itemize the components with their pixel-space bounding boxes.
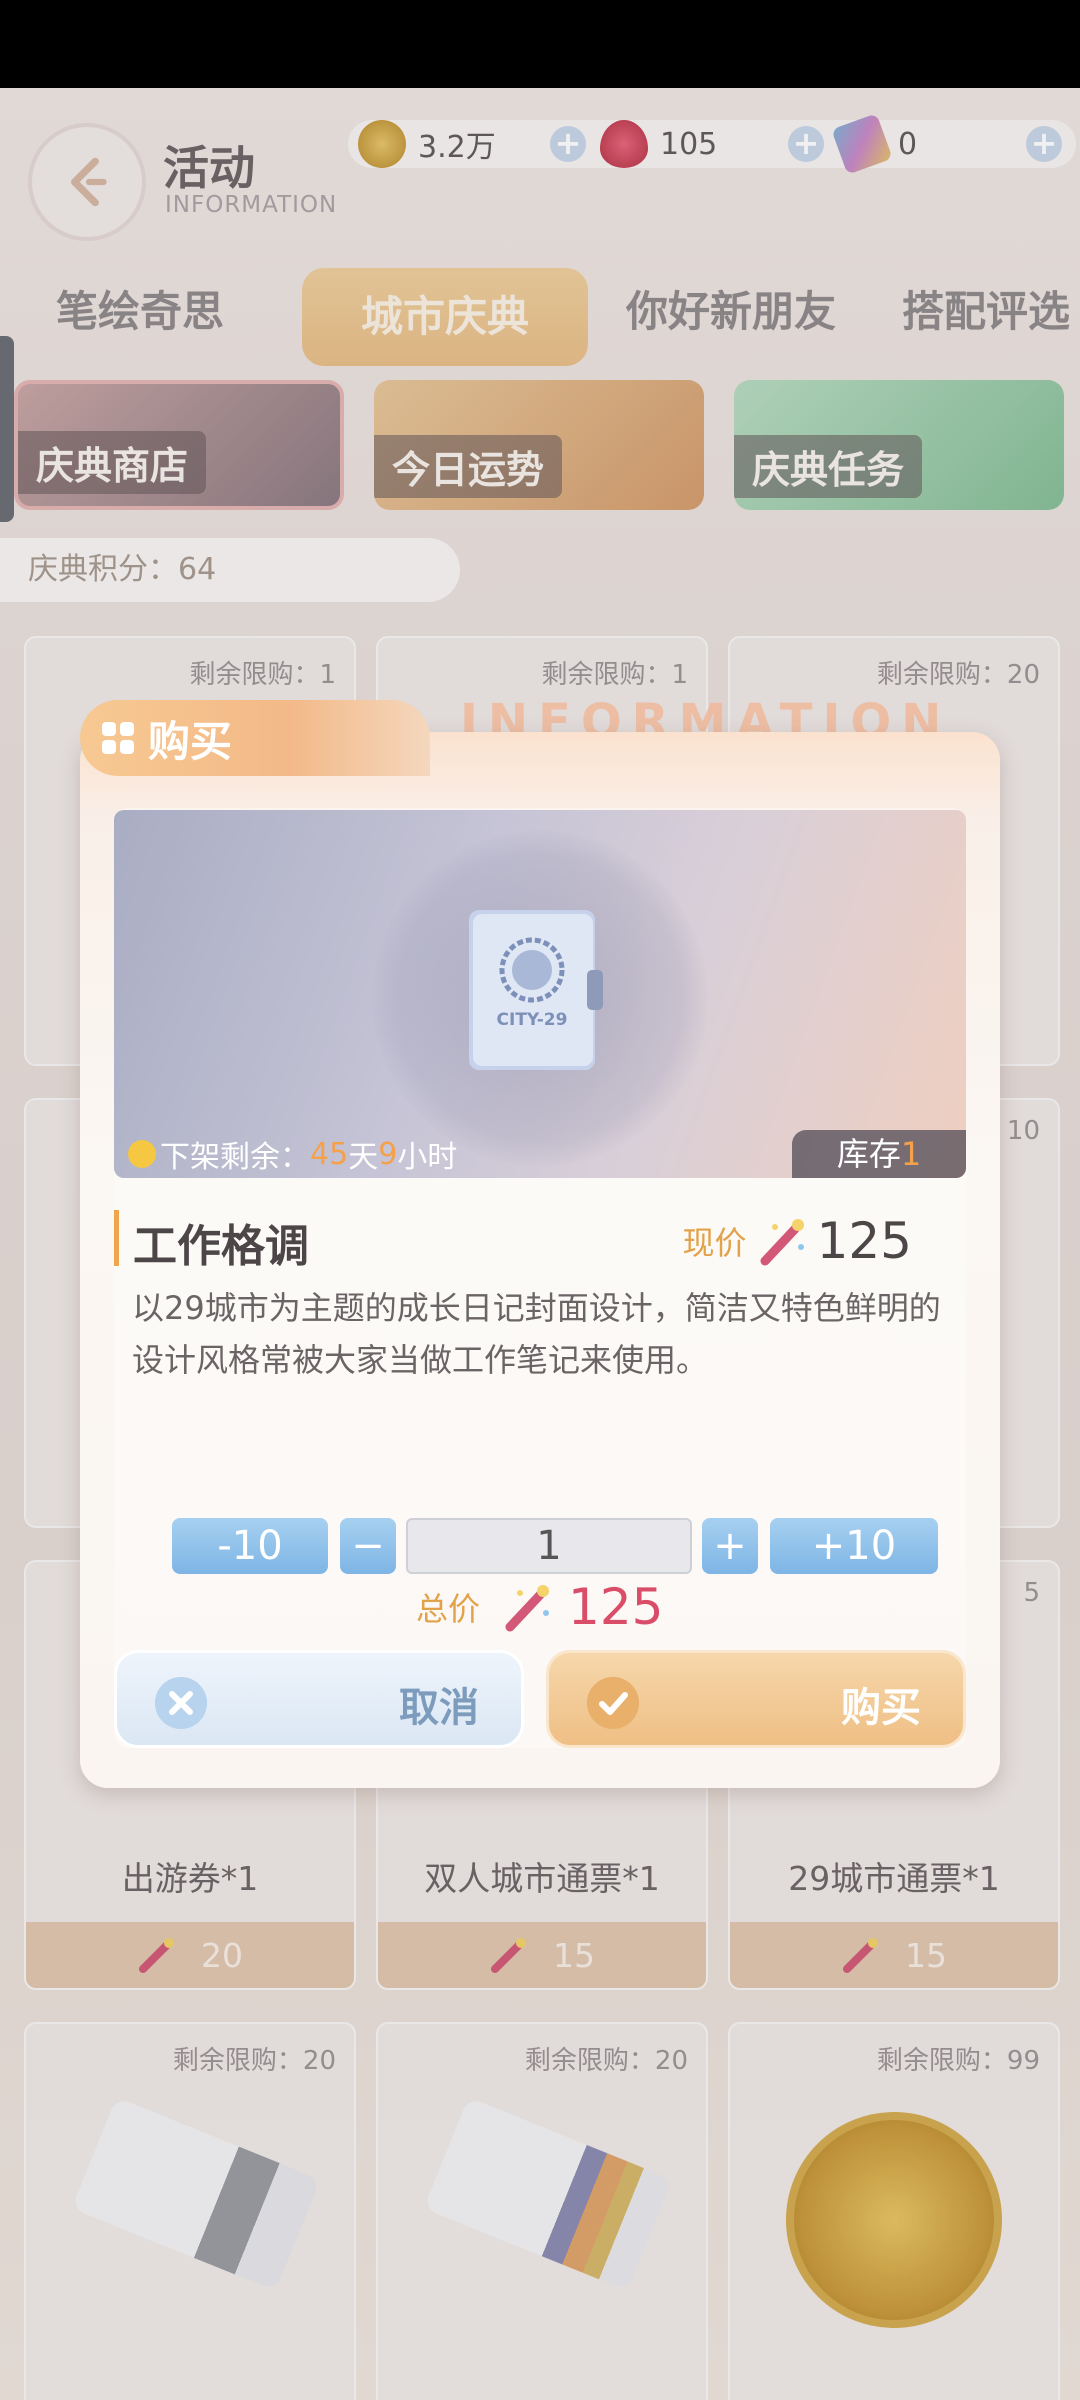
quantity-input[interactable]: 1 (406, 1518, 692, 1574)
cancel-label: 取消 (399, 1685, 479, 1731)
delist-timer: 下架剩余： 45 天 9 小时 (128, 1132, 457, 1176)
firework-icon (505, 1585, 550, 1632)
item-title: 工作格调 (114, 1210, 309, 1272)
price-label: 现价 (682, 1224, 747, 1262)
plus-10-button[interactable]: +10 (770, 1518, 938, 1574)
item-preview: CITY-29 下架剩余： 45 天 9 小时 库存1 (114, 810, 966, 1178)
status-bar (0, 0, 1080, 88)
firework-icon (760, 1219, 804, 1266)
purchase-dialog: CITY-29 下架剩余： 45 天 9 小时 库存1 工作格调 现价 125 … (80, 732, 1000, 1788)
check-icon (587, 1677, 639, 1729)
grid-icon (102, 722, 134, 754)
quantity-stepper: -10 − 1 + +10 (172, 1518, 948, 1574)
buy-button[interactable]: 购买 (546, 1650, 966, 1748)
dialog-title-tab: 购买 (80, 700, 430, 776)
total-price: 总价 125 (416, 1578, 663, 1636)
minus-button[interactable]: − (340, 1518, 396, 1574)
price-value: 125 (816, 1212, 912, 1270)
plus-button[interactable]: + (702, 1518, 758, 1574)
item-description: 以29城市为主题的成长日记封面设计，简洁又特色鲜明的设计风格常被大家当做工作笔记… (132, 1289, 941, 1379)
minus-10-button[interactable]: -10 (172, 1518, 328, 1574)
buy-label: 购买 (841, 1685, 921, 1731)
cancel-button[interactable]: 取消 (114, 1650, 524, 1748)
diary-cover-image: CITY-29 (469, 910, 603, 1070)
stock-badge: 库存1 (792, 1130, 966, 1178)
current-price: 现价 125 (683, 1212, 912, 1270)
total-label: 总价 (416, 1590, 481, 1628)
total-value: 125 (568, 1578, 664, 1636)
dialog-title: 购买 (148, 716, 233, 766)
close-icon (155, 1677, 207, 1729)
svg-text:CITY-29: CITY-29 (497, 1010, 568, 1030)
clock-icon (128, 1140, 156, 1168)
